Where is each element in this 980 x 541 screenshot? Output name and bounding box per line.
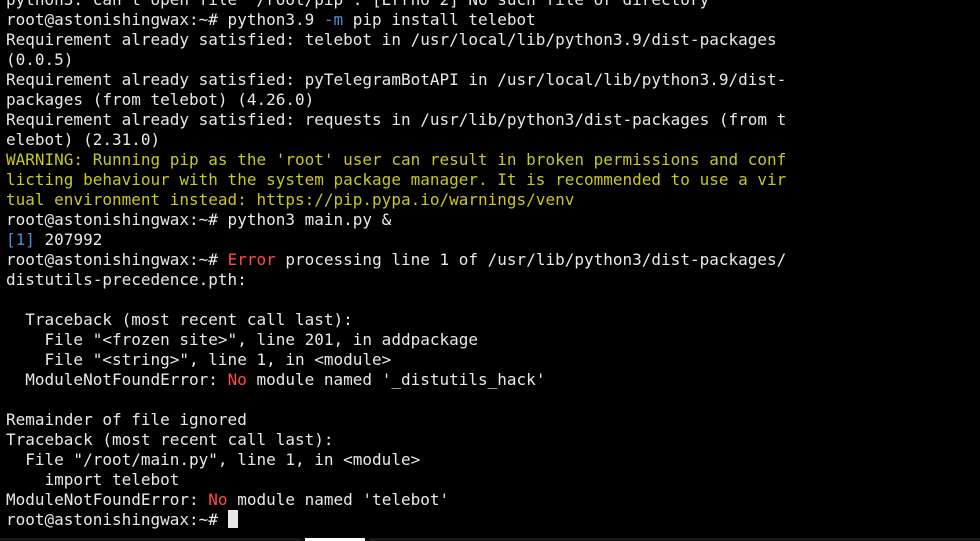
process-id: 207992 bbox=[34, 230, 103, 249]
terminal-line-traceback-1: Traceback (most recent call last): bbox=[6, 310, 353, 329]
terminal-line-warning-1: WARNING: Running pip as the 'root' user … bbox=[6, 150, 787, 169]
terminal-line-main-py: File "/root/main.py", line 1, in <module… bbox=[6, 450, 421, 469]
terminal-line-job-id: [1] 207992 bbox=[6, 230, 102, 250]
shell-prompt: root@astonishingwax:~# python3.9 bbox=[6, 10, 324, 29]
terminal-line-import-telebot: import telebot bbox=[6, 470, 180, 489]
terminal-line-module-not-found-distutils: ModuleNotFoundError: No module named '_d… bbox=[6, 370, 545, 390]
terminal-line-pth-file: distutils-precedence.pth: bbox=[6, 270, 247, 289]
terminal-line-run-main-command: root@astonishingwax:~# python3 main.py & bbox=[6, 210, 392, 229]
terminal-line-remainder-ignored: Remainder of file ignored bbox=[6, 410, 247, 429]
terminal-window[interactable]: python3: can't open file '/root/pip': [E… bbox=[0, 0, 980, 541]
shell-prompt: root@astonishingwax:~# bbox=[6, 510, 218, 529]
terminal-line-warning-2: licting behaviour with the system packag… bbox=[6, 170, 787, 189]
terminal-line-requirement-telebot: Requirement already satisfied: telebot i… bbox=[6, 30, 777, 49]
terminal-line-requirement-pytelegrambotapi-cont: packages (from telebot) (4.26.0) bbox=[6, 90, 315, 109]
exception-message: module named 'telebot' bbox=[227, 490, 450, 509]
terminal-line-requirement-requests: Requirement already satisfied: requests … bbox=[6, 110, 787, 129]
shell-prompt: root@astonishingwax:~# bbox=[6, 250, 228, 269]
exception-name: ModuleNotFoundError: bbox=[6, 370, 228, 389]
terminal-line-string-module: File "<string>", line 1, in <module> bbox=[6, 350, 392, 369]
error-message: processing line 1 of /usr/lib/python3/di… bbox=[275, 250, 787, 269]
error-keyword: Error bbox=[227, 250, 276, 269]
terminal-line-previous-error: python3: can't open file '/root/pip': [E… bbox=[6, 0, 709, 10]
terminal-line-warning-3: tual environment instead: https://pip.py… bbox=[6, 190, 575, 209]
error-keyword: No bbox=[227, 370, 247, 389]
command-args: pip install telebot bbox=[343, 10, 536, 29]
terminal-line-requirement-requests-cont: elebot) (2.31.0) bbox=[6, 130, 161, 149]
terminal-line-frozen-site: File "<frozen site>", line 201, in addpa… bbox=[6, 330, 479, 349]
error-keyword: No bbox=[208, 490, 228, 509]
exception-name: ModuleNotFoundError: bbox=[6, 490, 209, 509]
terminal-line-current-prompt[interactable]: root@astonishingwax:~# bbox=[6, 510, 238, 530]
terminal-line-traceback-2: Traceback (most recent call last): bbox=[6, 430, 334, 449]
terminal-line-requirement-pytelegrambotapi: Requirement already satisfied: pyTelegra… bbox=[6, 70, 787, 89]
text-cursor bbox=[227, 510, 238, 528]
command-flag: -m bbox=[323, 10, 344, 29]
terminal-line-pip-install-command: root@astonishingwax:~# python3.9 -m pip … bbox=[6, 10, 536, 30]
terminal-line-error-processing: root@astonishingwax:~# Error processing … bbox=[6, 250, 786, 270]
job-number: [1] bbox=[6, 230, 35, 249]
terminal-line-requirement-telebot-version: (0.0.5) bbox=[6, 50, 74, 69]
terminal-line-module-not-found-telebot: ModuleNotFoundError: No module named 'te… bbox=[6, 490, 449, 510]
exception-message: module named '_distutils_hack' bbox=[246, 370, 546, 389]
